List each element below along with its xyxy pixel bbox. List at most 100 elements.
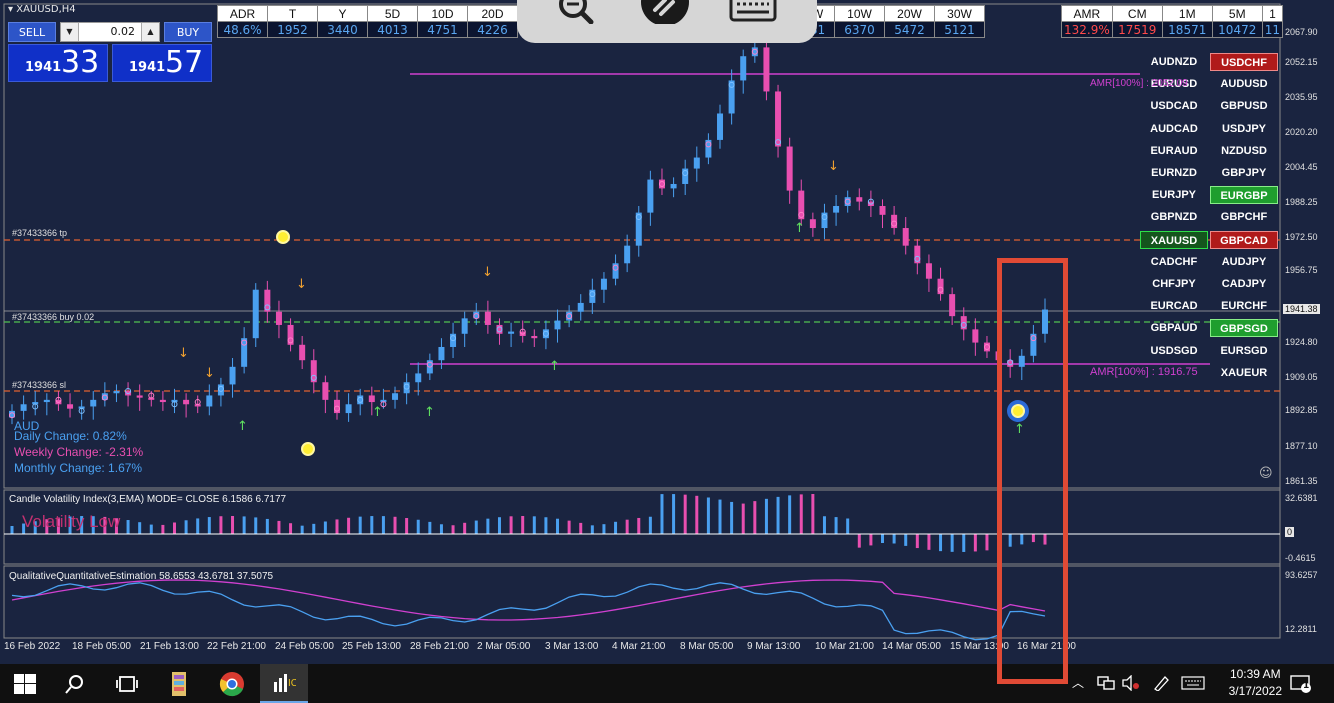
candle-body [229,366,236,385]
table-header: 5D [367,5,418,22]
bid-price-prefix: 1941 [25,60,62,75]
pair-button-gbpcad[interactable]: GBPCAD [1210,230,1278,249]
ask-price-pips: 57 [165,45,204,80]
pair-button-usdcad[interactable]: USDCAD [1140,97,1208,115]
task-view-icon[interactable] [116,674,138,694]
lot-increase-icon[interactable]: ▲ [141,23,159,41]
chart-window-title: ▾ XAUUSD,H4 [8,4,76,15]
price-tick-label: 2035.95 [1285,92,1318,102]
date-tick-label: 2 Mar 05:00 [477,641,531,652]
bid-price-pips: 33 [61,45,100,80]
remote-control-icon[interactable] [641,0,689,24]
bid-quote-button[interactable]: 1941 33 [8,44,108,82]
notification-center-icon[interactable]: 1 [1290,674,1312,694]
indicator1-axis-top: 32.6381 [1285,493,1318,503]
buy-arrow-icon: ↑ [237,419,248,434]
volume-muted-icon[interactable] [1122,675,1140,691]
smiley-icon: ☺ [1259,466,1273,481]
ask-quote-button[interactable]: 1941 57 [112,44,212,82]
pair-button-gbpaud[interactable]: GBPAUD [1140,319,1208,337]
signal-star-icon [301,442,315,456]
pair-button-usdchf[interactable]: USDCHF [1210,53,1278,71]
pair-button-audnzd[interactable]: AUDNZD [1140,53,1208,71]
pair-button-eurcad[interactable]: EURCAD [1140,297,1208,315]
buy-button[interactable]: BUY [164,22,212,42]
pair-button-eurnzd[interactable]: EURNZD [1140,164,1208,182]
lot-decrease-icon[interactable]: ▼ [61,23,79,41]
one-click-trading-panel: SELL ▼ 0.02 ▲ BUY 1941 33 1941 57 [8,22,212,84]
metatrader-icon: IC [274,674,296,692]
buy-line-label: #37433366 buy 0.02 [12,312,95,322]
date-tick-label: 4 Mar 21:00 [612,641,666,652]
buy-arrow-icon: ↑ [549,359,560,374]
pair-button-eursgd[interactable]: EURSGD [1210,342,1278,360]
date-tick-label: 3 Mar 13:00 [545,641,599,652]
candle-body [461,318,468,334]
pair-button-xaueur[interactable]: XAUEUR [1210,364,1278,382]
pair-button-cadchf[interactable]: CADCHF [1140,253,1208,271]
sell-button[interactable]: SELL [8,22,56,42]
pair-button-eurjpy[interactable]: EURJPY [1140,186,1208,204]
pair-button-chfjpy[interactable]: CHFJPY [1140,275,1208,293]
pair-button-cadjpy[interactable]: CADJPY [1210,275,1278,293]
candle-body [647,179,654,213]
table-cell: 17519 [1111,21,1163,38]
buy-arrow-icon: ↑ [794,221,805,236]
zoom-in-icon[interactable] [551,0,599,24]
candle-body [159,399,166,403]
touch-keyboard-icon[interactable] [1181,676,1205,690]
pair-button-gbpchf[interactable]: GBPCHF [1210,208,1278,226]
pair-button-nzdusd[interactable]: NZDUSD [1210,142,1278,160]
price-tick-label: 1892.85 [1285,405,1318,415]
date-tick-label: 9 Mar 13:00 [747,641,801,652]
indicator2-axis-bottom: 12.2811 [1285,624,1317,634]
table-header: T [267,5,318,22]
price-tick-label: 1924.80 [1285,337,1318,347]
table-header: 30W [934,5,985,22]
table-header: 5M [1211,5,1263,22]
table-cell: 10472 [1211,21,1263,38]
pair-button-usdsgd[interactable]: USDSGD [1140,342,1208,360]
chrome-icon[interactable] [219,671,245,697]
archive-app-icon[interactable] [170,671,188,697]
pair-button-gbpjpy[interactable]: GBPJPY [1210,164,1278,182]
trading-terminal-taskbar-button[interactable]: IC [260,664,308,703]
system-clock[interactable]: 10:39 AM 3/17/2022 [1229,666,1282,700]
keyboard-icon[interactable] [729,0,777,24]
windows-start-icon[interactable] [14,674,36,694]
pair-button-gbpnzd[interactable]: GBPNZD [1140,208,1208,226]
table-cell: 6370 [834,21,885,38]
indicator2-title: QualitativeQuantitativeEstimation 58.655… [9,571,274,582]
chevron-up-icon[interactable]: ︿ [1072,674,1084,691]
qqe-fast-line [11,579,1046,621]
candle-body [206,395,213,407]
table-header: Y [317,5,368,22]
pair-button-euraud[interactable]: EURAUD [1140,142,1208,160]
pair-button-eurchf[interactable]: EURCHF [1210,297,1278,315]
current-price-tag: 1941.38 [1283,304,1320,314]
pair-button-audjpy[interactable]: AUDJPY [1210,253,1278,271]
pen-icon[interactable] [1152,675,1170,691]
pair-button-audusd[interactable]: AUDUSD [1210,75,1278,93]
pair-button-usdjpy[interactable]: USDJPY [1210,120,1278,138]
date-tick-label: 22 Feb 21:00 [207,641,266,652]
daily-change: Daily Change: 0.82% [14,429,127,443]
candle-body [925,263,932,279]
price-tick-label: 2067.90 [1285,27,1318,37]
pair-button-eurgbp[interactable]: EURGBP [1210,186,1278,205]
table-cell: 18571 [1161,21,1213,38]
candle-body [136,395,143,398]
pair-button-xauusd[interactable]: XAUUSD [1140,230,1208,249]
ask-price-prefix: 1941 [129,60,166,75]
network-icon[interactable] [1097,675,1115,691]
search-icon[interactable] [64,674,86,694]
pair-button-gbpusd[interactable]: GBPUSD [1210,97,1278,115]
lot-size-input[interactable]: 0.02 [81,23,139,41]
lot-size-stepper[interactable]: ▼ 0.02 ▲ [60,22,160,42]
candle-body [67,404,74,409]
candle-body [554,320,561,330]
pair-button-gbpsgd[interactable]: GBPSGD [1210,319,1278,338]
date-tick-label: 21 Feb 13:00 [140,641,199,652]
pair-button-audcad[interactable]: AUDCAD [1140,120,1208,138]
price-chart[interactable]: ↓↓↓↓↓↓↑↑↑↑↑↑ [0,0,1334,664]
